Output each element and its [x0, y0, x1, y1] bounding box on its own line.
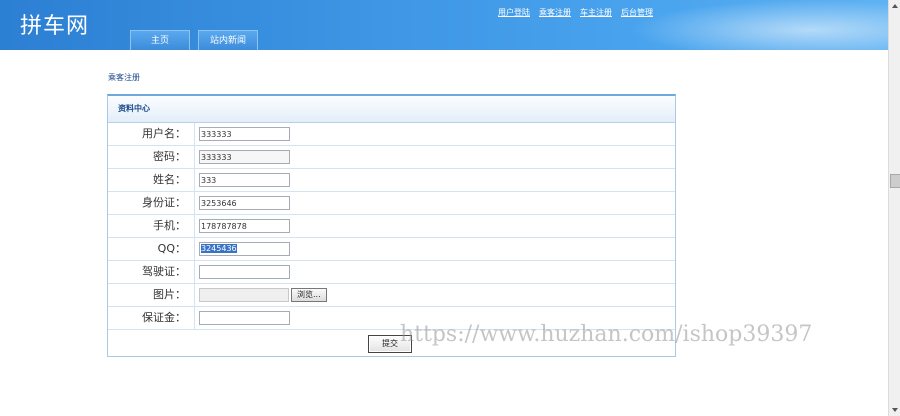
photo-label: 图片： — [108, 284, 195, 306]
license-label: 驾驶证： — [108, 261, 195, 283]
phone-input[interactable] — [199, 219, 290, 233]
link-admin[interactable]: 后台管理 — [621, 7, 653, 18]
header-glow — [628, 0, 888, 50]
deposit-label: 保证金： — [108, 307, 195, 329]
id-card-label: 身份证： — [108, 192, 195, 214]
form-row-name: 姓名： — [108, 169, 675, 192]
deposit-input[interactable] — [199, 311, 290, 325]
qq-selected-text: 3245436 — [201, 244, 237, 253]
password-label: 密码： — [108, 146, 195, 168]
top-links: 用户登陆 乘客注册 车主注册 后台管理 — [498, 7, 653, 18]
form-row-qq: QQ： 3245436 — [108, 238, 675, 261]
panel-title: 资料中心 — [108, 96, 675, 123]
registration-panel: 资料中心 用户名： 密码： 姓名： 身份证： 手机： QQ： 3245436 驾… — [107, 94, 676, 357]
site-header: 拼车网 用户登陆 乘客注册 车主注册 后台管理 主页 站内新闻 — [0, 0, 888, 50]
license-input[interactable] — [199, 265, 290, 279]
browse-button[interactable]: 浏览... — [291, 288, 327, 302]
form-row-password: 密码： — [108, 146, 675, 169]
tab-site-news[interactable]: 站内新闻 — [198, 30, 258, 50]
phone-label: 手机： — [108, 215, 195, 237]
form-row-phone: 手机： — [108, 215, 675, 238]
id-card-input[interactable] — [199, 196, 290, 210]
link-user-login[interactable]: 用户登陆 — [498, 7, 530, 18]
scroll-down-arrow-icon[interactable] — [892, 408, 898, 412]
link-passenger-register[interactable]: 乘客注册 — [539, 7, 571, 18]
vertical-scrollbar[interactable] — [888, 0, 900, 416]
name-input[interactable] — [199, 173, 290, 187]
form-row-id-card: 身份证： — [108, 192, 675, 215]
form-row-username: 用户名： — [108, 123, 675, 146]
qq-input[interactable]: 3245436 — [199, 242, 290, 256]
scroll-thumb[interactable] — [890, 174, 900, 188]
photo-path-field[interactable] — [199, 288, 289, 302]
breadcrumb: 乘客注册 — [108, 73, 140, 82]
site-logo[interactable]: 拼车网 — [20, 8, 89, 40]
tab-home[interactable]: 主页 — [130, 30, 190, 50]
password-input[interactable] — [199, 150, 290, 164]
qq-label: QQ： — [108, 238, 195, 260]
username-label: 用户名： — [108, 123, 195, 145]
photo-file-picker: 浏览... — [199, 288, 327, 302]
form-row-license: 驾驶证： — [108, 261, 675, 284]
username-input[interactable] — [199, 127, 290, 141]
link-driver-register[interactable]: 车主注册 — [580, 7, 612, 18]
scroll-up-arrow-icon[interactable] — [892, 4, 898, 8]
name-label: 姓名： — [108, 169, 195, 191]
nav-tabs: 主页 站内新闻 — [130, 30, 258, 50]
form-row-photo: 图片： 浏览... — [108, 284, 675, 307]
watermark-text: https://www.huzhan.com/ishop39397 — [400, 322, 813, 347]
